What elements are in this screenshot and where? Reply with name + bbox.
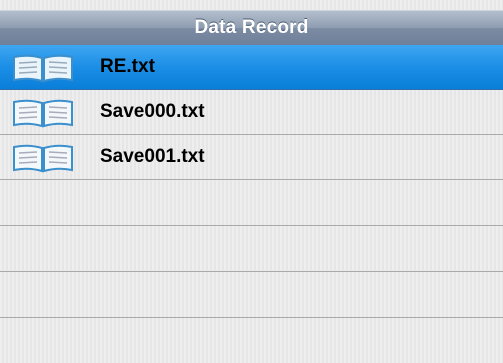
file-row-save001[interactable]: Save001.txt	[0, 135, 503, 180]
file-name: Save000.txt	[100, 101, 205, 122]
file-row-save000[interactable]: Save000.txt	[0, 90, 503, 135]
page-title: Data Record	[194, 17, 309, 38]
empty-row	[0, 272, 503, 318]
file-name: RE.txt	[100, 56, 155, 77]
empty-row	[0, 226, 503, 272]
file-row-re[interactable]: RE.txt	[0, 45, 503, 90]
empty-row	[0, 180, 503, 226]
book-icon	[13, 144, 73, 173]
book-icon	[13, 54, 73, 83]
file-name: Save001.txt	[100, 146, 205, 167]
data-record-screen: Data Record RE.txt Save000.txt Save001.t…	[0, 0, 503, 363]
file-list: RE.txt Save000.txt Save001.txt	[0, 45, 503, 318]
book-icon	[13, 99, 73, 128]
title-bar: Data Record	[0, 10, 503, 46]
